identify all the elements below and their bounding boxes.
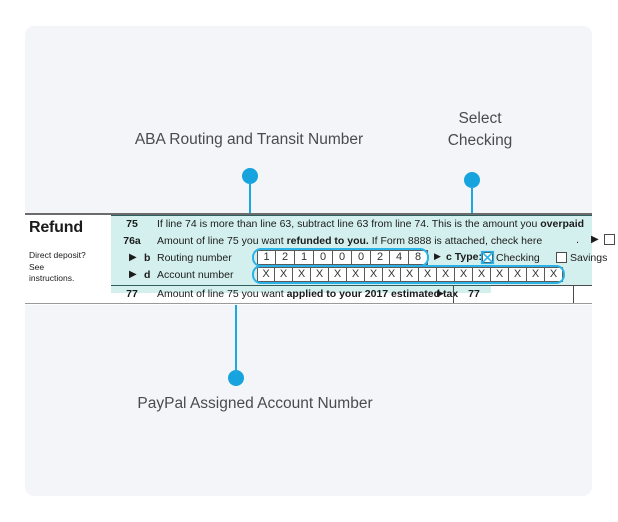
screenshot-canvas: ABA Routing and Transit Number Select Ch… [0,0,618,522]
digit-cell[interactable]: X [455,267,473,282]
account-number-input[interactable]: XXXXXXXXXXXXXXXXX [257,267,563,282]
line-77-description: Amount of line 75 you want applied to yo… [157,288,458,300]
form-vertical-rule [573,285,574,303]
digit-cell[interactable]: 0 [352,250,371,265]
line-76a-arrow-icon: ▶ [591,234,599,245]
irs-form-refund-section: Refund Direct deposit? See instructions.… [25,213,615,305]
line-76a-description: Amount of line 75 you want refunded to y… [157,235,542,247]
checking-label: Checking [496,252,540,264]
line-77-box-number: 77 [468,288,480,300]
line-76a-text-bold: refunded to you. [286,235,369,247]
line-number-76a: 76a [123,235,141,247]
digit-cell[interactable]: X [329,267,347,282]
type-arrow-icon: ▶ [434,251,441,261]
line-77-amount-field[interactable] [491,285,592,304]
digit-cell[interactable]: 1 [295,250,314,265]
digit-cell[interactable]: X [527,267,545,282]
digit-cell[interactable]: X [545,267,563,282]
digit-cell[interactable]: X [347,267,365,282]
callout-label-select-checking: Select Checking [447,110,513,149]
line-77-arrow-icon: ▶ [437,288,444,298]
digit-cell[interactable]: 1 [257,250,276,265]
line-76a-dot-leader: . [576,234,580,246]
line-letter-d: d [144,269,151,281]
routing-number-input[interactable]: 121000248 [257,250,428,265]
digit-cell[interactable]: X [311,267,329,282]
digit-cell[interactable]: 0 [314,250,333,265]
line-number-75: 75 [126,218,138,230]
form-row-line-76a: 76a Amount of line 75 you want refunded … [25,234,592,250]
digit-cell[interactable]: X [491,267,509,282]
digit-cell[interactable]: 2 [371,250,390,265]
line-75-text-pre: If line 74 is more than line 63, subtrac… [157,218,541,230]
line-77-text-bold: applied to your 2017 estimated tax [286,288,459,300]
line-letter-b: b [144,252,151,264]
digit-cell[interactable]: 8 [409,250,428,265]
form-row-line-75: 75 If line 74 is more than line 63, subt… [25,217,592,233]
line-76a-text-pre: Amount of line 75 you want [157,235,287,247]
callout-label-aba-routing: ABA Routing and Transit Number [134,131,364,148]
digit-cell[interactable]: X [275,267,293,282]
line-75-description: If line 74 is more than line 63, subtrac… [157,218,584,230]
digit-cell[interactable]: 2 [276,250,295,265]
checkbox-form-8888-attached[interactable] [604,234,615,245]
digit-cell[interactable]: X [509,267,527,282]
checkbox-savings[interactable] [556,252,567,263]
digit-cell[interactable]: X [365,267,383,282]
callout-label-paypal-account: PayPal Assigned Account Number [137,395,373,412]
form-bottom-border [25,303,592,304]
digit-cell[interactable]: X [473,267,491,282]
account-number-label: Account number [157,269,234,281]
digit-cell[interactable]: X [419,267,437,282]
line-number-77: 77 [126,288,138,300]
digit-cell[interactable]: X [257,267,275,282]
line-75-text-bold: overpaid [540,218,585,230]
savings-label: Savings [570,252,608,264]
digit-cell[interactable]: X [293,267,311,282]
routing-number-label: Routing number [157,252,232,264]
digit-cell[interactable]: X [383,267,401,282]
line-76a-text-post: If Form 8888 is attached, check here [368,235,543,247]
digit-cell[interactable]: 4 [390,250,409,265]
account-type-label: c Type: [446,251,482,263]
digit-cell[interactable]: X [401,267,419,282]
checkbox-checking[interactable] [482,252,493,263]
digit-cell[interactable]: 0 [333,250,352,265]
digit-cell[interactable]: X [437,267,455,282]
line-77-text-pre: Amount of line 75 you want [157,288,287,300]
form-vertical-rule [453,285,454,303]
